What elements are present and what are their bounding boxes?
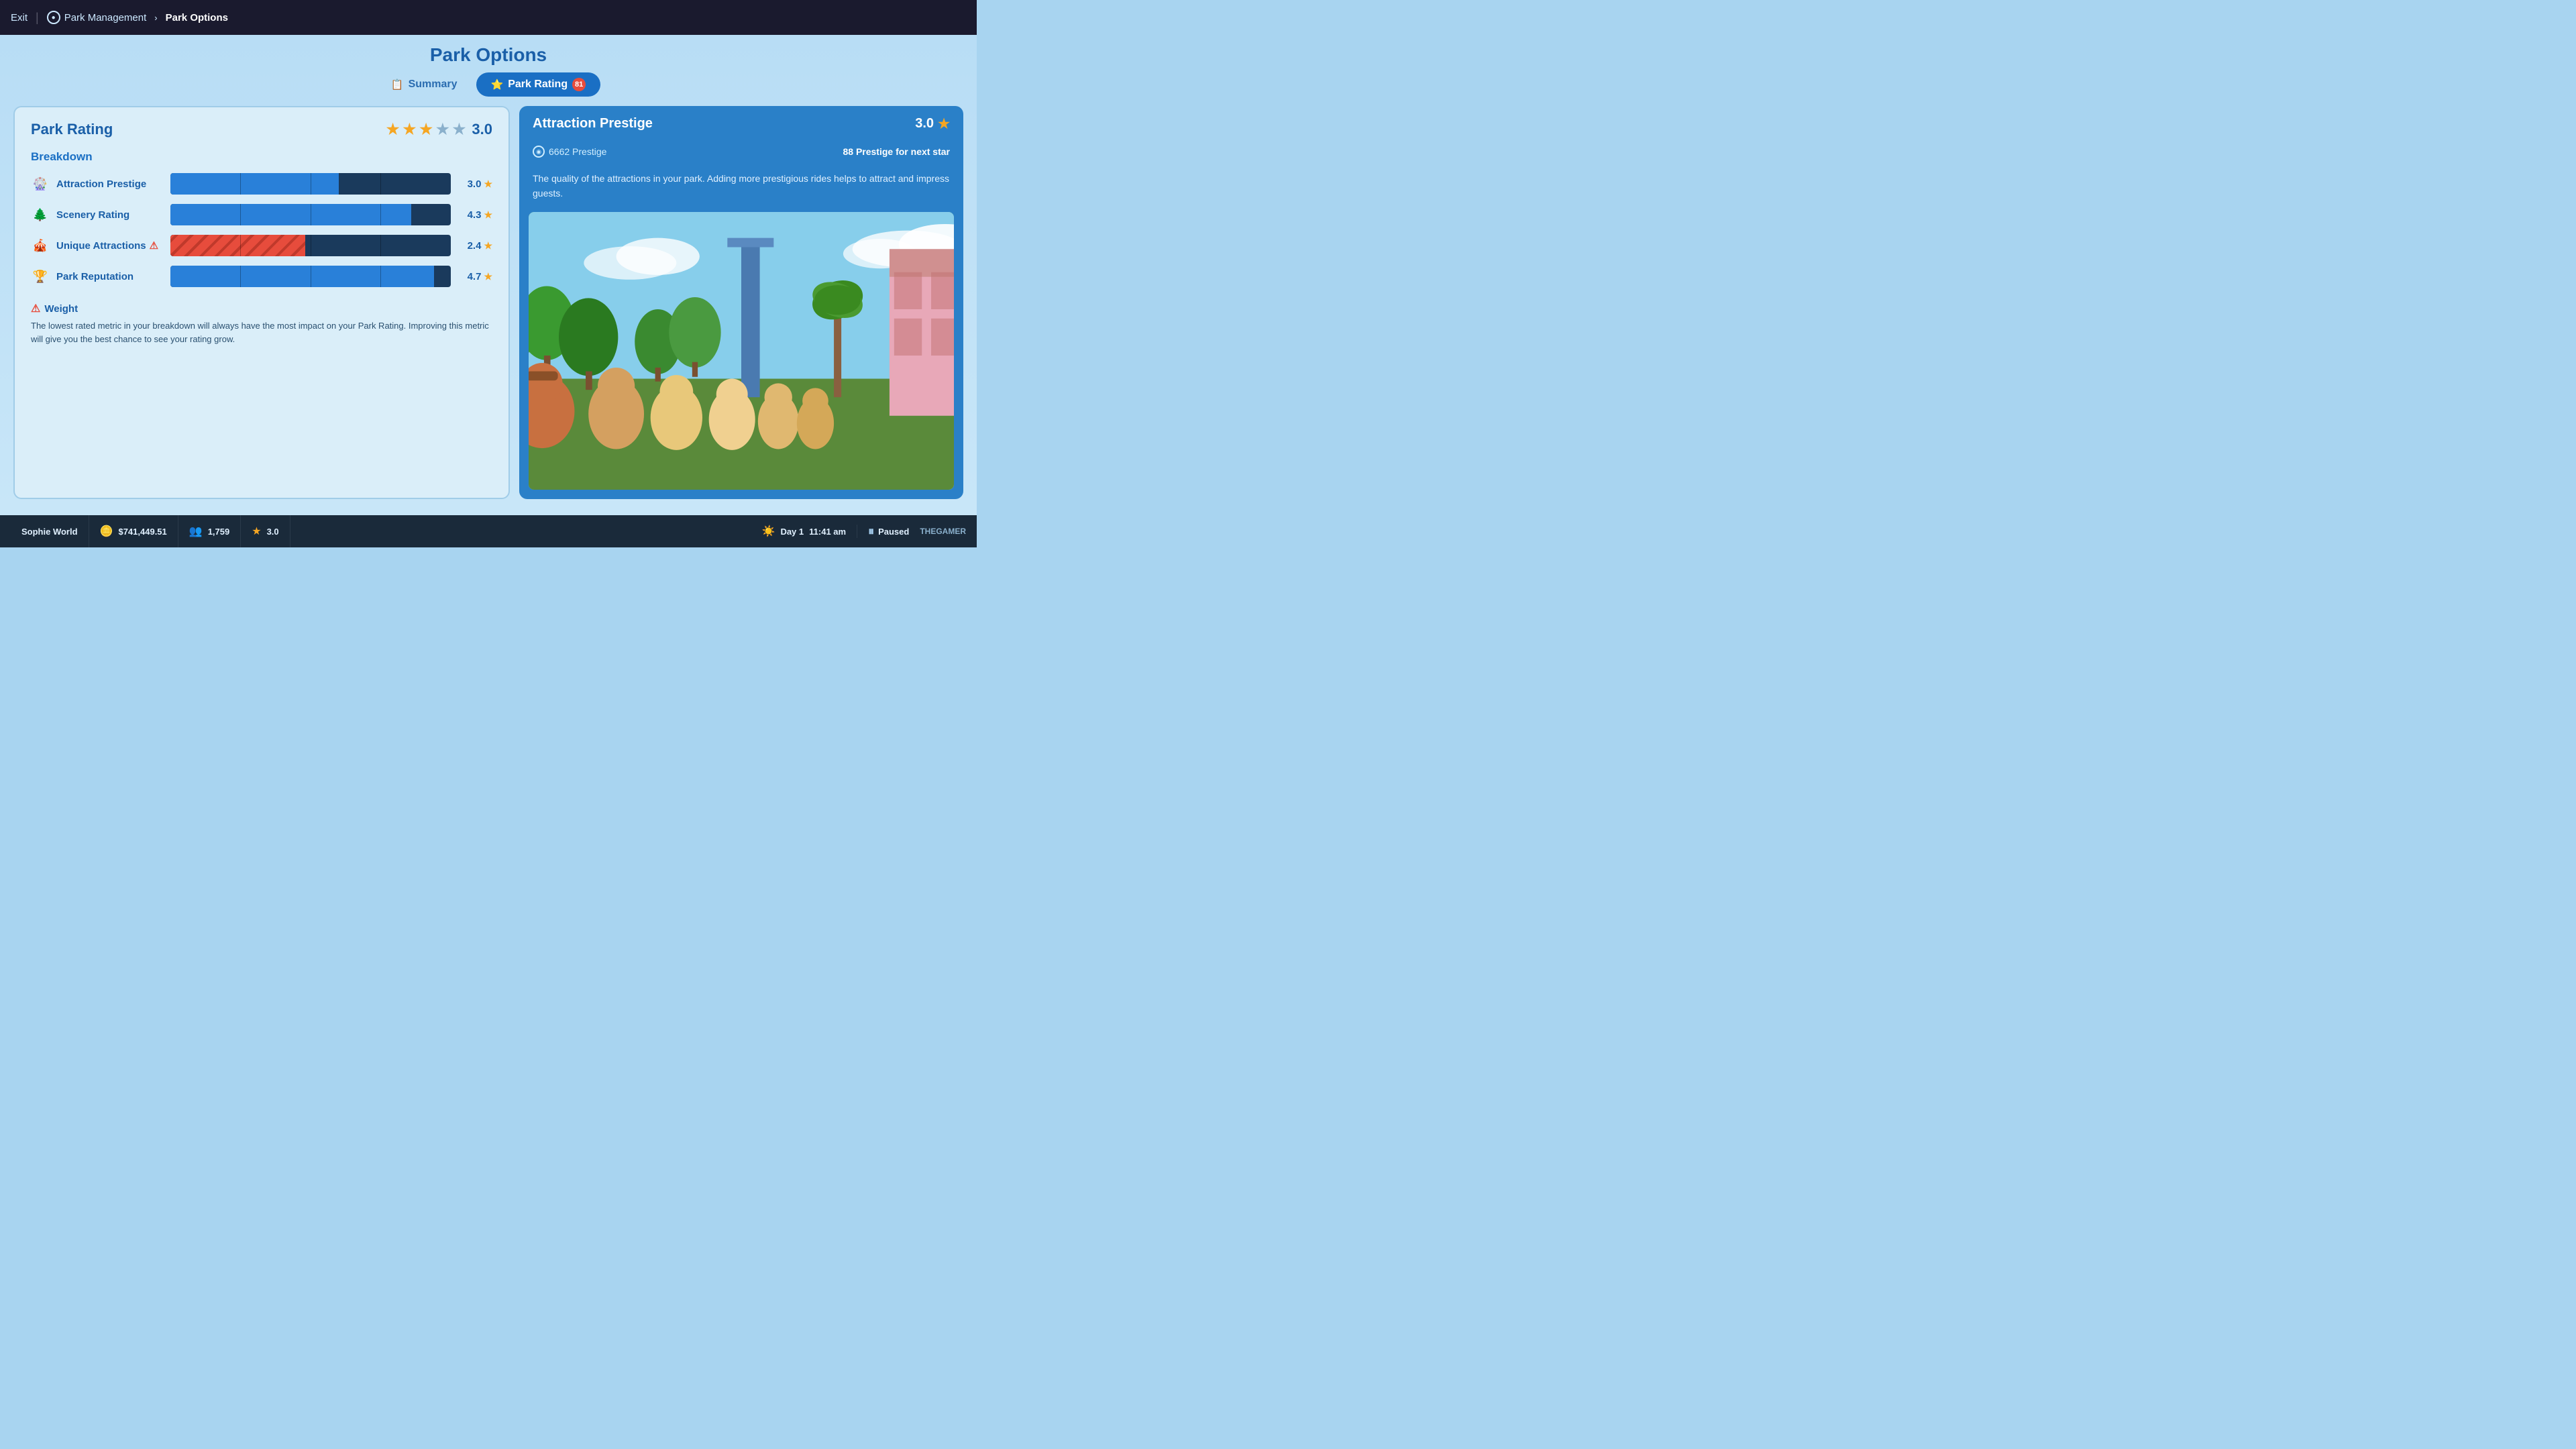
pause-icon: ⏸	[868, 525, 874, 539]
metric-star-3: ★	[484, 240, 492, 252]
main-area: Park Options 📋 Summary ⭐ Park Rating 81 …	[0, 35, 977, 515]
unique-bar	[170, 235, 451, 256]
day-section: ☀️ Day 1 11:41 am	[751, 525, 858, 538]
rating-icon: ★	[252, 525, 261, 538]
tabs-row: 📋 Summary ⭐ Park Rating 81	[13, 72, 963, 97]
paused-label: Paused	[878, 527, 909, 537]
metric-star-4: ★	[484, 271, 492, 282]
status-rating: 3.0	[267, 527, 279, 537]
scenery-value: 4.3 ★	[458, 209, 492, 221]
park-name-section: Sophie World	[11, 515, 89, 547]
attraction-prestige-label: Attraction Prestige	[56, 178, 164, 190]
metric-row-scenery[interactable]: 🌲 Scenery Rating 4.3 ★	[31, 204, 492, 225]
weight-warning-icon: ⚠	[31, 302, 40, 315]
page-title-container: Park Options	[13, 35, 963, 72]
reputation-bar	[170, 266, 451, 287]
thegamer-label: THEGAMER	[920, 527, 966, 536]
weight-section: ⚠ Weight The lowest rated metric in your…	[31, 302, 492, 345]
scenery-bar	[170, 204, 451, 225]
unique-icon: 🎪	[31, 236, 50, 255]
park-management-label: Park Management	[64, 12, 147, 23]
bar-ticks	[170, 173, 451, 195]
star-3: ★	[419, 121, 433, 138]
tab-park-rating-label: Park Rating	[508, 78, 568, 91]
unique-value: 2.4 ★	[458, 240, 492, 252]
money-icon: 🪙	[100, 525, 113, 538]
scenery-icon: 🌲	[31, 205, 50, 224]
star-1: ★	[386, 121, 400, 138]
unique-label: Unique Attractions ⚠	[56, 239, 164, 252]
paused-button[interactable]: ⏸ Paused	[868, 525, 909, 539]
tab-park-rating[interactable]: ⭐ Park Rating 81	[476, 72, 601, 97]
park-rating-icon: ⭐	[491, 78, 504, 91]
prestige-icon: ◉	[533, 146, 545, 158]
scenery-label: Scenery Rating	[56, 209, 164, 221]
metric-row-unique[interactable]: 🎪 Unique Attractions ⚠ 2.4 ★	[31, 235, 492, 256]
right-panel-desc: The quality of the attractions in your p…	[519, 166, 963, 212]
status-bar-right: ☀️ Day 1 11:41 am ⏸ Paused THEGAMER	[751, 525, 966, 539]
money-section: 🪙 $741,449.51	[89, 515, 178, 547]
day-label: Day 1	[780, 527, 804, 537]
star-5: ★	[453, 121, 466, 138]
page-title: Park Options	[430, 44, 547, 65]
breakdown-title: Breakdown	[31, 150, 492, 164]
rating-star: ★	[938, 115, 950, 132]
park-options-label: Park Options	[166, 12, 228, 23]
thegamer-badge: THEGAMER	[920, 527, 966, 536]
attraction-prestige-icon: 🎡	[31, 174, 50, 193]
weight-text: The lowest rated metric in your breakdow…	[31, 319, 492, 345]
tab-summary[interactable]: 📋 Summary	[376, 73, 472, 96]
star-4: ★	[436, 121, 449, 138]
warning-icon: ⚠	[150, 239, 158, 252]
nav-separator: |	[36, 11, 39, 25]
bar-ticks-3	[170, 235, 451, 256]
metric-row-attraction-prestige[interactable]: 🎡 Attraction Prestige 3.0 ★	[31, 173, 492, 195]
top-nav: Exit | ● Park Management › Park Options	[0, 0, 977, 35]
sun-icon: ☀️	[762, 525, 775, 538]
weight-title: ⚠ Weight	[31, 302, 492, 315]
star-2: ★	[402, 121, 416, 138]
guests-section: 👥 1,759	[178, 515, 241, 547]
metric-star: ★	[484, 178, 492, 190]
reputation-icon: 🏆	[31, 267, 50, 286]
bar-ticks-4	[170, 266, 451, 287]
rating-section: ★ 3.0	[241, 515, 290, 547]
right-panel-stats: ◉ 6662 Prestige 88 Prestige for next sta…	[519, 142, 963, 166]
attraction-prestige-title: Attraction Prestige	[533, 116, 653, 131]
nav-arrow: ›	[154, 13, 157, 23]
exit-button[interactable]: Exit	[11, 12, 28, 23]
time-value: 11:41 am	[809, 527, 846, 537]
park-rating-stars: ★ ★ ★ ★ ★ 3.0	[386, 121, 492, 138]
tab-summary-label: Summary	[409, 78, 458, 91]
park-scene-svg	[529, 212, 954, 490]
park-image	[529, 212, 954, 490]
guests-icon: 👥	[189, 525, 203, 538]
park-rating-title-row: Park Rating ★ ★ ★ ★ ★ 3.0	[31, 121, 492, 138]
right-panel: Attraction Prestige 3.0 ★ ◉ 6662 Prestig…	[519, 106, 963, 499]
status-bar: Sophie World 🪙 $741,449.51 👥 1,759 ★ 3.0…	[0, 515, 977, 547]
park-rating-badge: 81	[572, 78, 586, 91]
park-management-nav[interactable]: ● Park Management	[47, 11, 147, 24]
attraction-prestige-bar	[170, 173, 451, 195]
metric-star-2: ★	[484, 209, 492, 221]
park-name: Sophie World	[21, 527, 78, 537]
attraction-prestige-rating: 3.0 ★	[915, 115, 950, 132]
metric-row-reputation[interactable]: 🏆 Park Reputation 4.7 ★	[31, 266, 492, 287]
park-rating-number: 3.0	[472, 121, 492, 138]
reputation-label: Park Reputation	[56, 271, 164, 282]
park-rating-title: Park Rating	[31, 121, 113, 138]
bar-ticks-2	[170, 204, 451, 225]
right-panel-header: Attraction Prestige 3.0 ★	[519, 106, 963, 142]
prestige-count: ◉ 6662 Prestige	[533, 146, 606, 158]
attraction-prestige-value: 3.0 ★	[458, 178, 492, 190]
circle-icon: ●	[47, 11, 60, 24]
guests-value: 1,759	[208, 527, 230, 537]
summary-icon: 📋	[391, 78, 404, 91]
next-star-text: 88 Prestige for next star	[843, 146, 950, 157]
money-value: $741,449.51	[118, 527, 166, 537]
panels-row: Park Rating ★ ★ ★ ★ ★ 3.0 Breakdown 🎡 At…	[13, 106, 963, 499]
reputation-value: 4.7 ★	[458, 271, 492, 282]
left-panel: Park Rating ★ ★ ★ ★ ★ 3.0 Breakdown 🎡 At…	[13, 106, 510, 499]
